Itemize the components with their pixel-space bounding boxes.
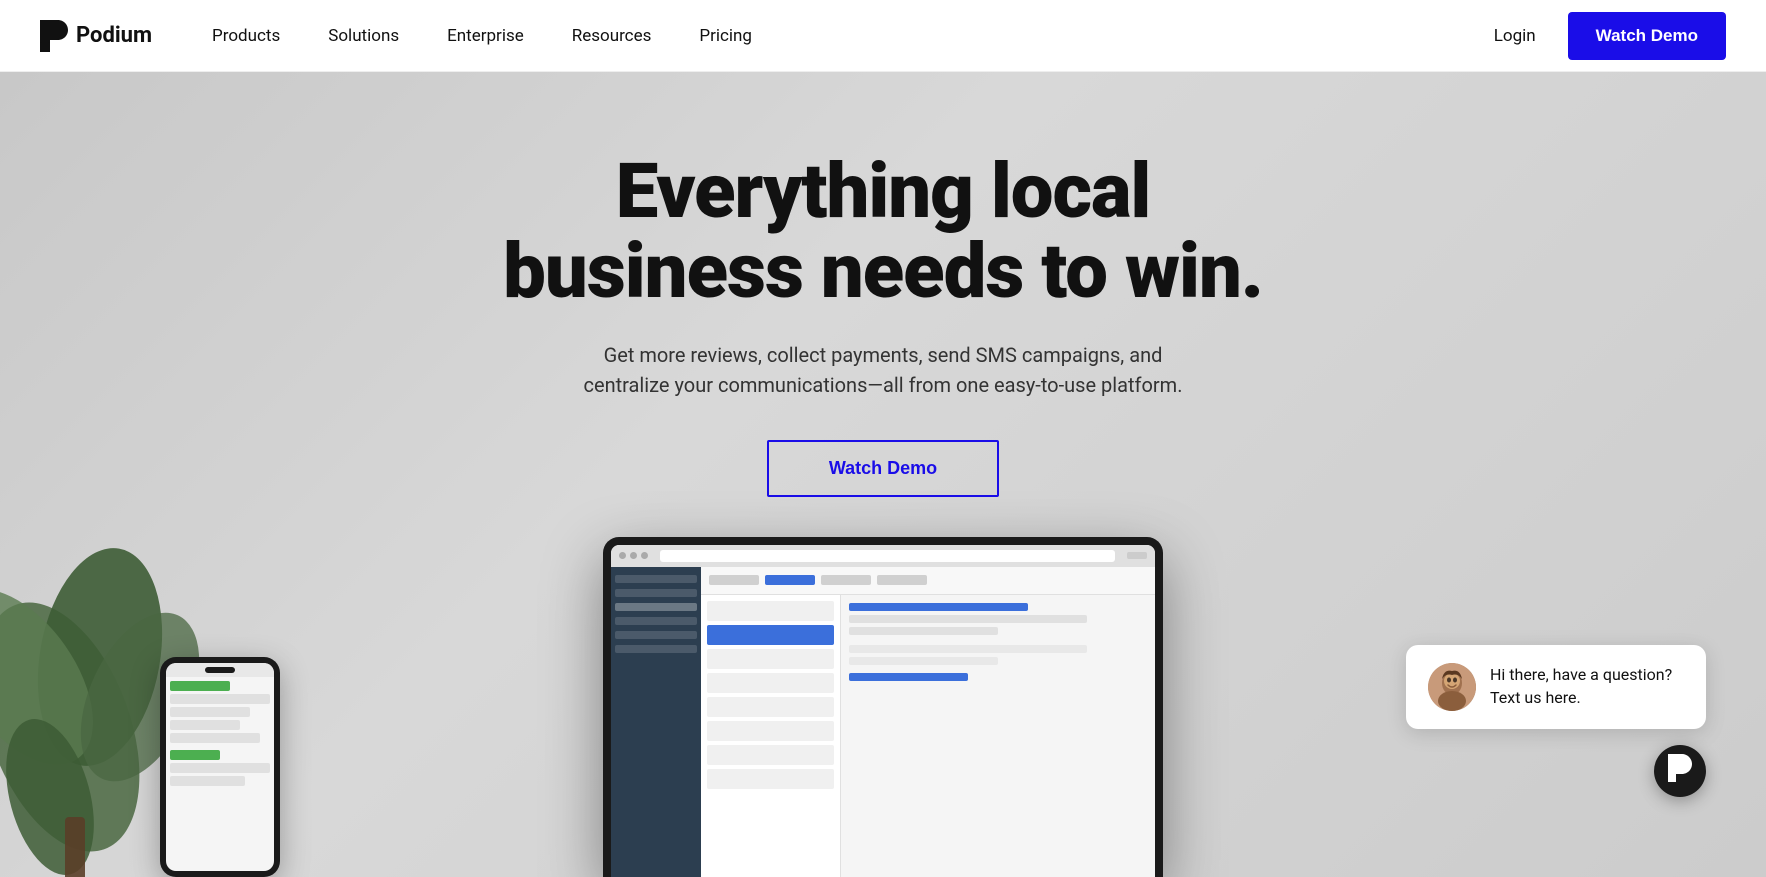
hero-cta-area: Watch Demo — [433, 440, 1333, 497]
nav-products[interactable]: Products — [212, 26, 280, 46]
screen-address-bar — [660, 550, 1115, 562]
detail-line — [849, 627, 998, 635]
detail-line — [849, 603, 1028, 611]
sidebar-item — [615, 631, 697, 639]
sidebar-item — [615, 645, 697, 653]
phone-content-row — [170, 720, 240, 730]
hero-watch-demo-button[interactable]: Watch Demo — [767, 440, 999, 497]
chat-fab-button[interactable] — [1654, 745, 1706, 797]
nav-resources[interactable]: Resources — [572, 26, 652, 46]
hero-content: Everything local business needs to win. … — [433, 72, 1333, 537]
screen-tab — [709, 575, 759, 585]
phone-content-row — [170, 763, 270, 773]
screen-main — [701, 567, 1155, 877]
logo-link[interactable]: Podium — [40, 20, 152, 52]
screen-body — [611, 567, 1155, 877]
detail-line — [849, 645, 1087, 653]
hero-subtitle: Get more reviews, collect payments, send… — [573, 340, 1193, 400]
screen-header — [701, 567, 1155, 595]
hero-section: Everything local business needs to win. … — [0, 72, 1766, 877]
screen-tab — [821, 575, 871, 585]
list-item — [707, 745, 834, 765]
screen-dot-red — [619, 552, 626, 559]
screen-toolbar — [611, 545, 1155, 567]
nav-pricing[interactable]: Pricing — [699, 26, 752, 46]
screen-tab-active — [765, 575, 815, 585]
list-item — [707, 721, 834, 741]
chat-widget: Hi there, have a question? Text us here. — [1406, 645, 1706, 797]
chat-podium-icon — [1668, 754, 1692, 782]
list-item — [707, 601, 834, 621]
screen-sidebar — [611, 567, 701, 877]
chat-bubble-text: Hi there, have a question? Text us here. — [1490, 664, 1684, 709]
list-item — [707, 697, 834, 717]
conversation-detail — [841, 595, 1155, 877]
list-item — [707, 769, 834, 789]
hero-title: Everything local business needs to win. — [433, 152, 1333, 312]
login-link[interactable]: Login — [1494, 26, 1536, 46]
phone-body — [166, 677, 274, 790]
laptop-screen — [611, 545, 1155, 877]
phone-content-row — [170, 776, 245, 786]
screen-dot-yellow — [630, 552, 637, 559]
phone-notch-area — [166, 663, 274, 677]
nav-watch-demo-button[interactable]: Watch Demo — [1568, 12, 1726, 60]
logo-icon — [40, 20, 68, 52]
navbar: Podium Products Solutions Enterprise Res… — [0, 0, 1766, 72]
phone-content-row — [170, 707, 250, 717]
phone-screen — [166, 663, 274, 871]
nav-enterprise[interactable]: Enterprise — [447, 26, 524, 46]
logo-text: Podium — [76, 23, 152, 48]
sidebar-item — [615, 603, 697, 611]
phone-mockup — [160, 657, 280, 877]
laptop-mockup — [603, 537, 1163, 877]
detail-line — [849, 673, 968, 681]
phone-content-row — [170, 694, 270, 704]
chat-bubble: Hi there, have a question? Text us here. — [1406, 645, 1706, 729]
sidebar-item — [615, 589, 697, 597]
screen-dot-green — [641, 552, 648, 559]
list-item — [707, 649, 834, 669]
nav-links: Products Solutions Enterprise Resources … — [212, 26, 1494, 46]
chat-fab-icon — [1668, 754, 1692, 788]
conversation-list — [701, 595, 841, 877]
sidebar-item — [615, 575, 697, 583]
sidebar-item — [615, 617, 697, 625]
screen-btn — [1127, 552, 1147, 559]
nav-solutions[interactable]: Solutions — [328, 26, 399, 46]
phone-content-row — [170, 681, 230, 691]
phone-notch — [205, 667, 235, 673]
list-item — [707, 673, 834, 693]
screen-content — [701, 595, 1155, 877]
nav-actions: Login Watch Demo — [1494, 12, 1726, 60]
phone-content-row — [170, 733, 260, 743]
screen-inner — [611, 545, 1155, 877]
phone-content-row — [170, 750, 220, 760]
detail-line — [849, 657, 998, 665]
detail-line — [849, 615, 1087, 623]
chat-avatar — [1428, 663, 1476, 711]
avatar-image — [1428, 663, 1476, 711]
list-item-selected — [707, 625, 834, 645]
screen-tab — [877, 575, 927, 585]
